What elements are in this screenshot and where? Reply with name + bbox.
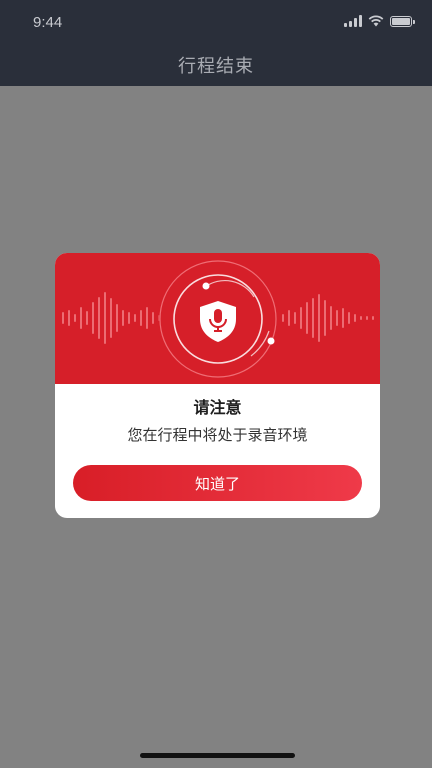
status-time: 9:44 bbox=[33, 14, 63, 31]
dialog-message: 您在行程中将处于录音环境 bbox=[127, 426, 308, 444]
home-indicator bbox=[140, 753, 295, 758]
wifi-icon bbox=[368, 15, 384, 27]
dialog-title: 请注意 bbox=[193, 398, 242, 417]
dialog-banner bbox=[55, 253, 380, 384]
top-bar: 9:44 行程结束 bbox=[0, 0, 432, 86]
recording-notice-dialog: 请注意 您在行程中将处于录音环境 知道了 bbox=[55, 253, 380, 518]
status-icons bbox=[344, 15, 415, 27]
confirm-button[interactable]: 知道了 bbox=[73, 465, 362, 501]
sound-wave-graphic bbox=[62, 259, 374, 379]
signal-bars-icon bbox=[344, 15, 362, 27]
page-title: 行程结束 bbox=[178, 56, 254, 77]
battery-icon bbox=[390, 15, 415, 27]
